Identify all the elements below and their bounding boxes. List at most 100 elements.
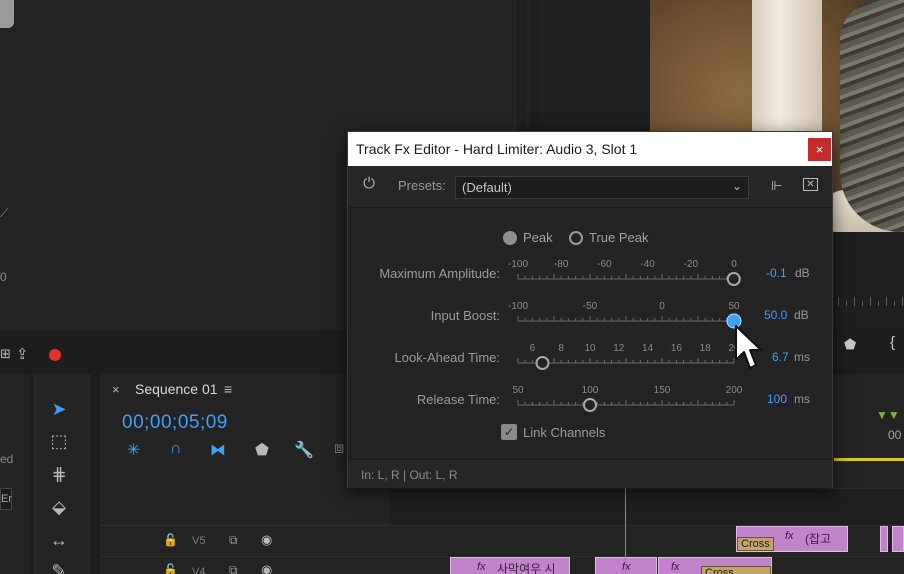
ruler-tick [862,301,863,306]
dialog-footer: In: L, R | Out: L, R [348,459,832,488]
insert-sequence-as-nest-icon[interactable]: ✳ [127,440,140,460]
radio-peak-button[interactable] [503,230,517,245]
timeline-clip[interactable]: fx [595,557,657,574]
param-label-look-ahead: Look-Ahead Time: [394,350,500,365]
timeline-clip[interactable]: Cross fx (잡고 [736,526,848,552]
pen-tool-icon[interactable]: ✎ [44,558,74,574]
dialog-titlebar[interactable]: Track Fx Editor - Hard Limiter: Audio 3,… [348,132,832,166]
timeline-ruler[interactable] [390,488,904,524]
track-visibility-eye-icon[interactable]: ◉ [261,532,272,548]
left-edge-field[interactable]: Er [0,488,12,510]
fx-badge: fx [622,561,631,573]
scale-tick-label: -50 [583,301,598,312]
timeline-clip[interactable] [880,526,888,552]
presets-dropdown[interactable]: (Default) ⌄ [455,176,749,199]
ruler-tick [838,297,839,306]
cross-dissolve-transition[interactable]: Cross [737,537,774,551]
timeline-markers-icon[interactable]: ▼▼ [876,408,900,422]
power-bypass-icon[interactable]: ⏻ [361,176,377,192]
insert-icon[interactable]: ⊞ [0,346,11,362]
timeline-clip[interactable]: fx 사막여우 시 [450,557,570,574]
radio-peak[interactable]: Peak [503,230,553,245]
add-marker-icon[interactable]: ⬟ [844,336,856,353]
razor-tool-icon[interactable]: ⬙ [44,494,74,520]
fx-badge: fx [785,530,794,542]
track-fx-editor-dialog: Track Fx Editor - Hard Limiter: Audio 3,… [347,131,833,488]
scale-tick-label: 150 [654,385,671,396]
scale-tick-label: -40 [640,259,655,270]
track-name-v4: V4 [192,566,206,574]
radio-true-peak-button[interactable] [569,230,583,245]
scale-tick-label: 6 [530,343,536,354]
slider-max-amplitude[interactable]: -100 -80 -60 -40 -20 0 [508,258,744,288]
snap-icon[interactable]: ∩ [170,440,182,458]
track-lock-icon[interactable]: 🔓 [163,533,178,547]
work-area-bar[interactable] [834,458,904,461]
clip-name: (잡고 [805,532,832,546]
slip-tool-icon[interactable]: ↔ [44,527,74,553]
timeline-timecode[interactable]: 00;00;05;09 [122,412,228,434]
cross-dissolve-transition[interactable]: Cross Dissolv [701,566,771,574]
save-preset-icon[interactable]: ⊩ [771,178,782,194]
selection-tool-icon[interactable]: ➤ [44,396,74,422]
add-marker-icon[interactable]: ⬟ [255,440,269,460]
unit-max-amplitude: dB [795,266,810,280]
timeline-tab-close-icon[interactable]: × [112,382,120,397]
slider-knob[interactable] [726,272,741,286]
mark-in-icon[interactable]: { [890,334,895,351]
unit-input-boost: dB [794,308,809,322]
ruler-tick [846,301,847,306]
captions-icon[interactable]: ⧈ [334,440,344,458]
io-routing-text: In: L, R | Out: L, R [361,468,458,482]
slider-look-ahead[interactable]: 6 8 10 12 14 16 18 20 [508,342,744,372]
slider-knob[interactable] [535,356,550,370]
scale-tick-label: 8 [558,343,564,354]
value-input-boost[interactable]: 50.0 [764,308,787,322]
track-visibility-eye-icon[interactable]: ◉ [261,562,272,574]
delete-preset-icon[interactable]: ✕ [803,178,818,191]
radio-true-peak-label: True Peak [589,230,649,245]
ripple-edit-tool-icon[interactable]: ⋕ [44,461,74,487]
fx-badge: fx [671,561,680,573]
radio-true-peak[interactable]: True Peak [569,230,649,245]
timeline-settings-wrench-icon[interactable]: 🔧 [294,440,314,460]
value-look-ahead[interactable]: 6.7 [772,350,789,364]
scale-tick-label: 0 [731,259,737,270]
slider-release-time[interactable]: 50 100 150 200 [508,384,744,414]
scale-tick-label: 200 [726,385,743,396]
unit-release-time: ms [794,392,810,406]
timeline-clip[interactable]: fx Cross Dissolv [658,557,772,574]
value-release-time[interactable]: 100 [767,392,787,406]
program-time-ruler[interactable] [832,288,904,306]
value-max-amplitude[interactable]: -0.1 [766,266,787,280]
scale-tick-label: 18 [700,343,712,354]
track-select-tool-icon[interactable]: ⬚ [44,428,74,454]
close-button[interactable]: × [808,138,831,161]
clip-name: 사막여우 시 [497,562,556,574]
param-label-release-time: Release Time: [416,392,500,407]
radio-peak-label: Peak [523,230,553,245]
slider-input-boost[interactable]: -100 -50 0 50 [508,300,744,330]
param-label-max-amplitude: Maximum Amplitude: [379,266,500,281]
timeline-menu-icon[interactable]: ≡ [224,381,232,397]
timeline-tab-sequence[interactable]: Sequence 01 [135,381,218,397]
scale-tick-label: 12 [613,343,625,354]
dialog-title: Track Fx Editor - Hard Limiter: Audio 3,… [356,141,638,157]
slider-knob[interactable] [583,398,597,412]
track-output-icon[interactable]: ⧉ [229,563,238,574]
playhead[interactable] [625,486,626,574]
scale-tick-label: 16 [671,343,683,354]
ruler-tick [902,297,903,306]
linked-selection-icon[interactable]: ⧓ [210,440,226,460]
export-frame-icon[interactable]: ⇪ [16,345,29,363]
scale-tick-label: -20 [684,259,699,270]
scale-tick-label: -100 [508,259,528,270]
link-channels-checkbox[interactable]: ✓ Link Channels [501,424,605,440]
record-button[interactable] [49,349,61,361]
scroll-thumb[interactable] [0,0,14,28]
scale-tick-label: -80 [554,259,569,270]
track-output-icon[interactable]: ⧉ [229,533,238,548]
checkbox-checked-icon[interactable]: ✓ [501,424,517,440]
timeline-clip[interactable] [892,526,904,552]
track-lock-icon[interactable]: 🔓 [163,563,178,574]
